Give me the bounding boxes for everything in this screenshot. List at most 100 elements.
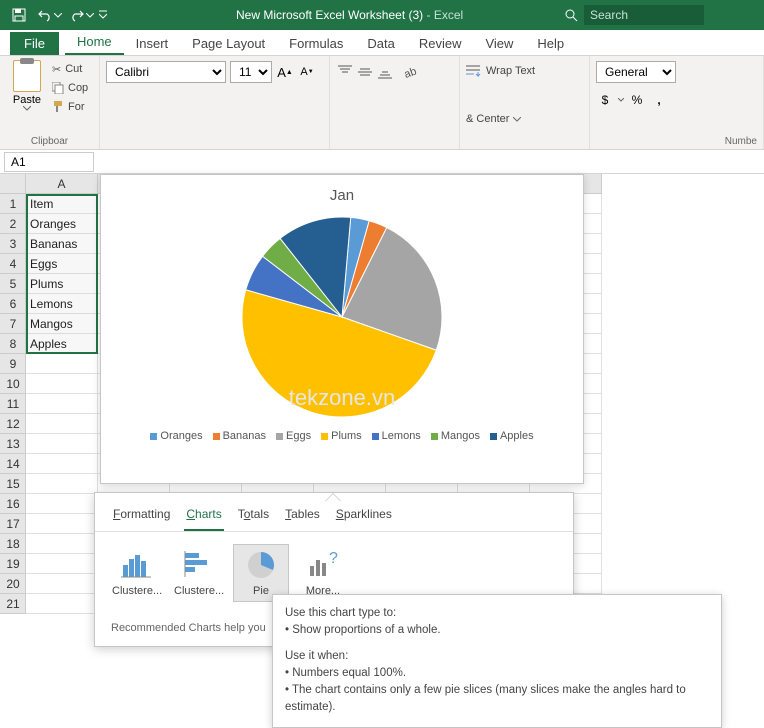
search-box[interactable] [564,5,764,25]
wrap-text-button[interactable]: Wrap Text [466,60,583,82]
qa-tab-sparklines[interactable]: Sparklines [334,503,394,531]
tab-page-layout[interactable]: Page Layout [180,32,277,55]
cell[interactable] [26,474,98,494]
qa-opt-clustered-bar[interactable]: Clustere... [171,544,227,602]
row-header[interactable]: 5 [0,274,26,294]
cell[interactable] [26,514,98,534]
row-header[interactable]: 13 [0,434,26,454]
paste-button[interactable]: Paste [6,60,48,116]
tab-insert[interactable]: Insert [124,32,181,55]
tab-file[interactable]: File [10,32,59,55]
cell[interactable] [26,374,98,394]
row-header[interactable]: 4 [0,254,26,274]
row-header[interactable]: 1 [0,194,26,214]
row-header[interactable]: 16 [0,494,26,514]
tab-view[interactable]: View [473,32,525,55]
cell[interactable] [26,454,98,474]
cell[interactable] [26,414,98,434]
row-header[interactable]: 14 [0,454,26,474]
pie-chart [237,212,447,422]
legend-item: Mangos [431,430,480,442]
undo-dropdown-icon[interactable] [52,0,64,30]
align-middle-icon[interactable] [356,63,374,81]
cell[interactable] [26,494,98,514]
qa-tab-formatting[interactable]: FFormattingormatting [111,503,172,531]
cell[interactable]: Bananas [26,234,98,254]
cell[interactable] [26,394,98,414]
app-name: - Excel [423,8,463,22]
row-header[interactable]: 18 [0,534,26,554]
align-top-icon[interactable] [336,63,354,81]
cell[interactable]: Lemons [26,294,98,314]
font-size-select[interactable]: 11 [230,61,272,83]
save-icon[interactable] [6,0,32,30]
cell[interactable]: Oranges [26,214,98,234]
cell[interactable]: Eggs [26,254,98,274]
row-header[interactable]: 11 [0,394,26,414]
cell[interactable]: Apples [26,334,98,354]
font-name-select[interactable]: Calibri [106,61,226,83]
row-header[interactable]: 19 [0,554,26,574]
number-format-select[interactable]: General [596,61,676,83]
svg-text:ab: ab [404,66,418,79]
row-header[interactable]: 20 [0,574,26,594]
cell[interactable] [26,594,98,614]
tab-data[interactable]: Data [355,32,406,55]
row-header[interactable]: 3 [0,234,26,254]
select-all-corner[interactable] [0,174,26,194]
tab-home[interactable]: Home [65,30,124,55]
chevron-down-icon [23,106,31,111]
cell[interactable] [26,354,98,374]
row-header[interactable]: 21 [0,594,26,614]
cell[interactable] [26,534,98,554]
align-bottom-icon[interactable] [376,63,394,81]
name-box[interactable] [4,152,94,172]
format-painter-button[interactable]: For [52,98,88,116]
cell[interactable] [26,434,98,454]
column-header[interactable]: A [26,174,98,194]
row-header[interactable]: 15 [0,474,26,494]
percent-button[interactable]: % [628,91,646,109]
qa-tab-totals[interactable]: Totals [236,503,271,531]
qat-customize-icon[interactable] [96,0,110,30]
row-header[interactable]: 6 [0,294,26,314]
qa-opt-clustered-column[interactable]: Clustere... [109,544,165,602]
search-input[interactable] [584,5,704,25]
increase-font-icon[interactable]: A▲ [276,63,294,81]
decrease-font-icon[interactable]: A▼ [298,63,316,81]
row-header[interactable]: 2 [0,214,26,234]
cell[interactable]: Item [26,194,98,214]
chart-title: Jan [109,187,575,204]
tab-review[interactable]: Review [407,32,474,55]
comma-button[interactable]: , [650,91,668,109]
tooltip-line: • The chart contains only a few pie slic… [285,682,709,717]
svg-text:?: ? [329,551,338,567]
document-name: New Microsoft Excel Worksheet (3) [236,8,423,22]
cut-button[interactable]: Cut [52,60,88,78]
alignment-group: ab [330,56,460,149]
cell[interactable] [26,554,98,574]
row-header[interactable]: 9 [0,354,26,374]
ribbon: Paste Cut Cop For Clipboar Calibri 11 A▲… [0,56,764,150]
pie-icon [241,549,281,581]
cell[interactable] [26,574,98,594]
tooltip-line: Use this chart type to: [285,605,709,622]
copy-button[interactable]: Cop [52,79,88,97]
tab-formulas[interactable]: Formulas [277,32,355,55]
cell[interactable]: Mangos [26,314,98,334]
orientation-icon[interactable]: ab [402,63,420,81]
row-header[interactable]: 12 [0,414,26,434]
row-header[interactable]: 10 [0,374,26,394]
merge-center-button[interactable]: & Center [466,108,583,130]
currency-button[interactable]: $ [596,91,614,109]
legend-item: Lemons [372,430,421,442]
qa-tab-charts[interactable]: Charts [184,503,223,531]
legend-item: Oranges [150,430,202,442]
qa-tab-tables[interactable]: Tables [283,503,322,531]
row-header[interactable]: 8 [0,334,26,354]
row-header[interactable]: 17 [0,514,26,534]
row-header[interactable]: 7 [0,314,26,334]
cell[interactable]: Plums [26,274,98,294]
tab-help[interactable]: Help [525,32,576,55]
redo-dropdown-icon[interactable] [84,0,96,30]
